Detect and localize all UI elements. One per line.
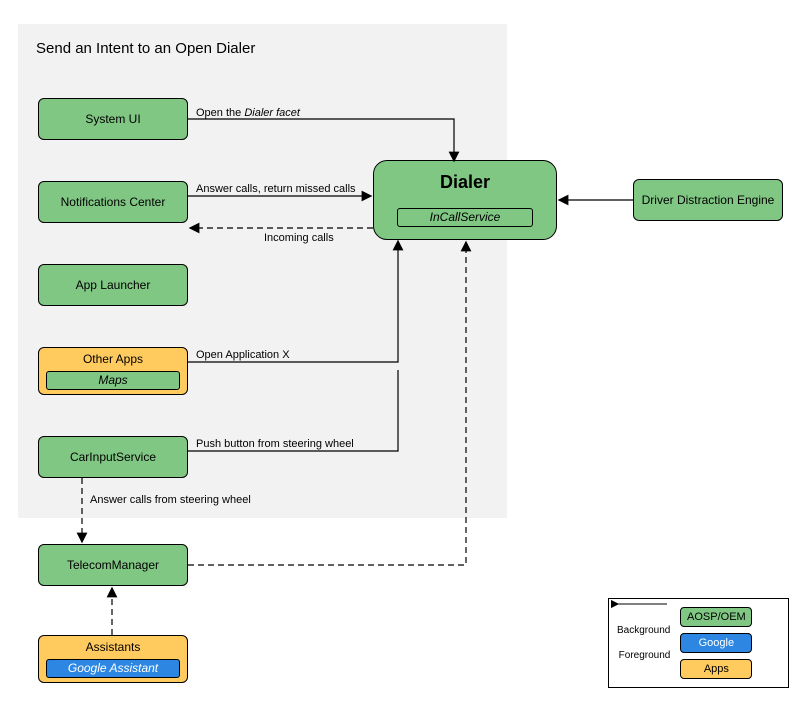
edge-label-answer-calls: Answer calls, return missed calls <box>196 183 356 195</box>
legend-label: Background <box>617 625 670 636</box>
box-maps: Maps <box>46 371 180 390</box>
box-label: Assistants <box>86 640 141 655</box>
box-app-launcher: App Launcher <box>38 264 188 306</box>
edge-label-open-app-x: Open Application X <box>196 349 290 361</box>
box-label: Notifications Center <box>61 195 166 210</box>
legend-label: Foreground <box>619 650 671 661</box>
box-label: App Launcher <box>76 278 151 293</box>
edge-label-push-button: Push button from steering wheel <box>196 438 354 450</box>
edge-label-incoming: Incoming calls <box>264 232 334 244</box>
box-incall-service: InCallService <box>397 208 533 227</box>
box-label: System UI <box>85 112 140 127</box>
box-dialer: Dialer InCallService <box>373 160 557 240</box>
legend-arrows: Background Foreground <box>617 625 670 661</box>
box-label: InCallService <box>430 210 501 224</box>
box-label: Other Apps <box>83 352 143 367</box>
legend-aosp: AOSP/OEM <box>680 607 752 627</box>
legend-google: Google <box>680 633 752 653</box>
box-label: CarInputService <box>70 450 156 465</box>
edge-label-open-facet: Open the Dialer facet <box>196 107 300 119</box>
box-system-ui: System UI <box>38 98 188 140</box>
legend-background-arrow: Background <box>617 625 670 636</box>
box-label: Dialer <box>440 171 490 194</box>
box-telecom-manager: TelecomManager <box>38 544 188 586</box>
box-other-apps: Other Apps Maps <box>38 347 188 395</box>
box-label: Driver Distraction Engine <box>642 193 775 208</box>
box-label: Google Assistant <box>68 661 158 675</box>
box-notifications-center: Notifications Center <box>38 181 188 223</box>
legend-foreground-arrow: Foreground <box>619 650 671 661</box>
box-google-assistant: Google Assistant <box>46 659 180 678</box>
box-car-input-service: CarInputService <box>38 436 188 478</box>
box-label: Maps <box>98 373 127 387</box>
box-assistants: Assistants Google Assistant <box>38 635 188 683</box>
edge-label-answer-steering: Answer calls from steering wheel <box>90 494 251 506</box>
panel-title: Send an Intent to an Open Dialer <box>36 40 255 57</box>
box-label: TelecomManager <box>67 558 159 573</box>
legend-apps: Apps <box>680 659 752 679</box>
legend: Background Foreground AOSP/OEM Google Ap… <box>608 598 789 688</box>
legend-swatches: AOSP/OEM Google Apps <box>680 607 752 679</box>
box-driver-distraction-engine: Driver Distraction Engine <box>633 179 783 221</box>
